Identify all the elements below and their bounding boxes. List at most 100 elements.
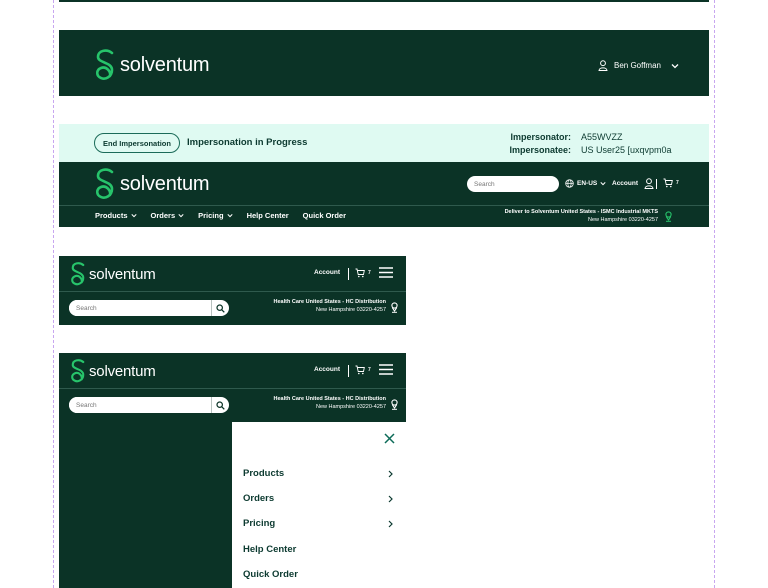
mobile-menu-item-products[interactable]: Products (243, 468, 393, 479)
mobile-menu-item-quick-order[interactable]: Quick Order (243, 569, 393, 580)
logo-wordmark: solventum (89, 265, 156, 283)
account-menu[interactable]: Account (612, 178, 654, 189)
cart-button[interactable]: 7 (355, 268, 371, 278)
deliver-to[interactable]: Deliver to Solventum United States - ISM… (505, 209, 658, 224)
impersonation-status: Impersonation in Progress (187, 137, 308, 148)
logo-wordmark: solventum (89, 362, 156, 380)
search-bar (69, 300, 229, 316)
account-menu[interactable]: Account (314, 269, 340, 276)
search-input[interactable] (69, 397, 211, 413)
search-icon (216, 303, 225, 313)
location-pin-icon (391, 399, 398, 410)
header-divider (59, 291, 406, 292)
account-label: Account (314, 269, 340, 276)
impersonatee-value: US User25 [uxqvpm0a (581, 144, 672, 155)
cart-button[interactable]: 7 (355, 365, 371, 375)
mobile-header: solventum Account 7 Health Care United S… (59, 256, 406, 325)
menu-item-label: Quick Order (243, 569, 298, 580)
account-label: Account (314, 366, 340, 373)
solventum-logo[interactable]: solventum (93, 168, 210, 200)
nav-label: Help Center (246, 211, 289, 220)
logo-wordmark: solventum (120, 172, 210, 195)
search-button[interactable] (211, 300, 229, 316)
locale-label: EN-US (577, 180, 598, 187)
cart-button[interactable]: 7 (663, 178, 679, 188)
menu-item-label: Pricing (243, 518, 276, 529)
mobile-menu-panel: Products Orders Pricing Help Center Quic… (232, 422, 406, 588)
guide-line-left (53, 0, 54, 588)
solventum-logo[interactable]: solventum (69, 359, 156, 383)
search-input[interactable] (69, 300, 211, 316)
nav-item-help-center[interactable]: Help Center (247, 211, 289, 220)
globe-icon (565, 179, 574, 188)
deliver-line-2: New Hampshire 03220-4257 (315, 306, 386, 313)
nav-label: Pricing (198, 211, 224, 220)
chevron-down-icon (600, 182, 606, 186)
user-menu[interactable]: Ben Goffman (598, 60, 679, 71)
desktop-header: solventum EN-US Account (59, 162, 709, 227)
mobile-menu-item-help-center[interactable]: Help Center (243, 544, 393, 555)
solventum-mark-icon (71, 359, 85, 383)
cart-icon (663, 178, 673, 188)
search-bar (69, 397, 229, 413)
header-divider (59, 205, 709, 206)
chevron-right-icon (388, 495, 393, 502)
solventum-logo[interactable]: solventum (69, 262, 156, 286)
solventum-logo[interactable]: solventum (93, 49, 210, 81)
main-nav: Products Orders Pricing Help Center Quic… (95, 211, 346, 220)
chevron-right-icon (388, 520, 393, 527)
end-impersonation-button[interactable]: End Impersonation (94, 133, 180, 153)
cart-icon (355, 365, 365, 375)
search-input[interactable] (467, 176, 559, 192)
nav-item-orders[interactable]: Orders (151, 211, 185, 220)
chevron-down-icon (130, 214, 137, 218)
nav-item-pricing[interactable]: Pricing (198, 211, 233, 220)
menu-item-label: Help Center (243, 544, 297, 555)
deliver-line-1: Deliver to Solventum United States - ISM… (504, 209, 658, 215)
deliver-line-2: New Hampshire 03220-4257 (587, 216, 658, 223)
deliver-line-1: Health Care United States - HC Distribut… (273, 396, 386, 402)
solventum-mark-icon (95, 168, 114, 199)
simple-header: solventum Ben Goffman (59, 30, 709, 96)
impersonator-label: Impersonator: (510, 131, 571, 142)
nav-label: Quick Order (302, 211, 347, 220)
mobile-menu-item-pricing[interactable]: Pricing (243, 518, 393, 529)
previous-header-bottom-edge (59, 0, 709, 2)
close-icon[interactable] (384, 433, 395, 444)
account-menu[interactable]: Account (314, 366, 340, 373)
deliver-line-1: Health Care United States - HC Distribut… (273, 299, 386, 305)
deliver-to[interactable]: Health Care United States - HC Distribut… (274, 396, 386, 411)
solventum-mark-icon (71, 262, 85, 286)
locale-selector[interactable]: EN-US (565, 179, 606, 188)
cart-count: 7 (368, 367, 371, 373)
cart-count: 7 (368, 270, 371, 276)
account-label: Account (612, 180, 638, 187)
cart-count: 7 (676, 180, 679, 186)
guide-line-right (714, 0, 715, 588)
chevron-right-icon (388, 470, 393, 477)
hamburger-menu-icon[interactable] (379, 364, 393, 375)
menu-item-label: Orders (243, 493, 275, 504)
solventum-mark-icon (95, 49, 114, 80)
header-separator (348, 268, 349, 280)
cart-icon (355, 268, 365, 278)
chevron-down-icon (671, 63, 679, 68)
nav-item-products[interactable]: Products (95, 211, 137, 220)
nav-label: Products (95, 211, 128, 220)
location-pin-icon (665, 211, 672, 222)
logo-wordmark: solventum (120, 53, 210, 76)
mobile-menu-item-orders[interactable]: Orders (243, 493, 393, 504)
deliver-to[interactable]: Health Care United States - HC Distribut… (274, 299, 386, 314)
impersonatee-label: Impersonatee: (509, 144, 571, 155)
search-button[interactable] (211, 397, 229, 413)
chevron-down-icon (226, 214, 233, 218)
header-divider (59, 388, 406, 389)
nav-item-quick-order[interactable]: Quick Order (303, 211, 346, 220)
impersonation-bar: End Impersonation Impersonation in Progr… (59, 124, 709, 162)
deliver-line-2: New Hampshire 03220-4257 (315, 403, 386, 410)
chevron-down-icon (178, 214, 184, 218)
user-icon (598, 60, 608, 71)
hamburger-menu-icon[interactable] (379, 267, 393, 278)
header-separator (656, 179, 657, 189)
nav-label: Orders (150, 211, 176, 220)
